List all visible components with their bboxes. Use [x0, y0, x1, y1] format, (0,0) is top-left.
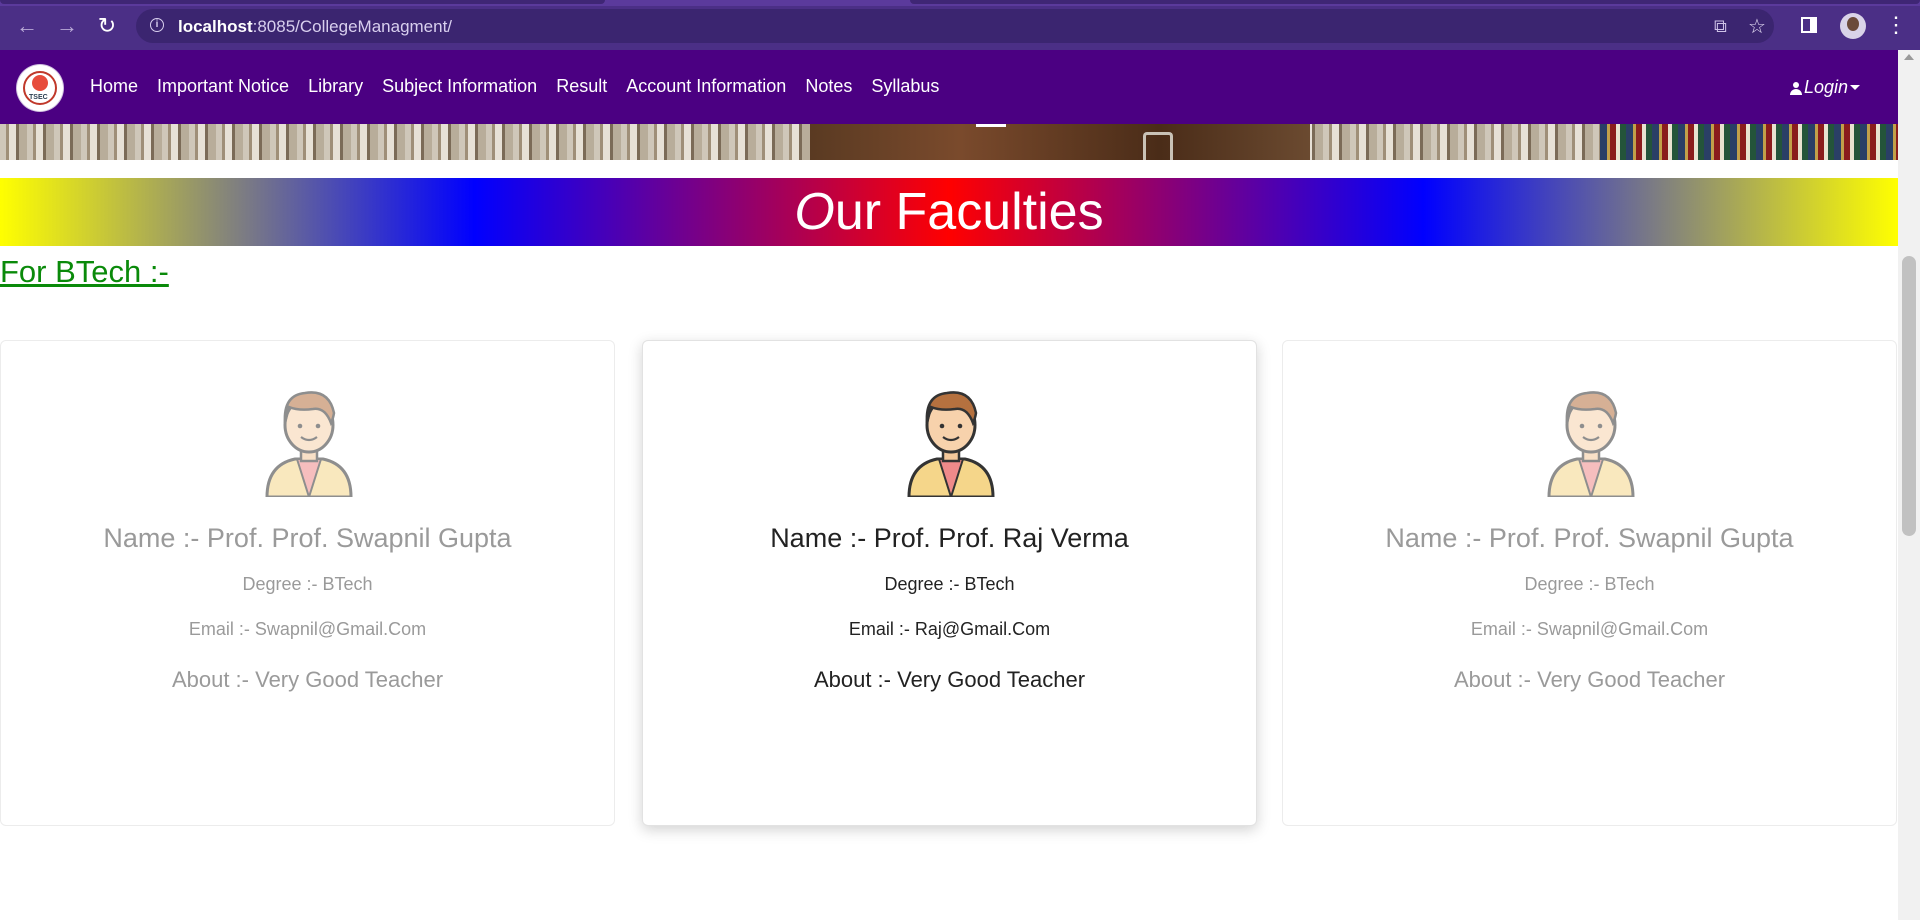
- faculty-degree: Degree :- BTech: [1524, 574, 1655, 594]
- star-icon[interactable]: ☆: [1748, 14, 1766, 39]
- section-title: For BTech :-: [0, 254, 169, 289]
- logo-text: TSEC: [29, 94, 48, 101]
- nav-links: Home Important Notice Library Subject In…: [90, 76, 958, 97]
- chevron-down-icon: [1850, 85, 1861, 90]
- banner-title-initial: O: [794, 183, 835, 241]
- faculty-card[interactable]: Name :- Prof. Prof. Raj Verma Degree :- …: [642, 340, 1257, 826]
- nav-notes[interactable]: Notes: [805, 76, 852, 97]
- login-label: Login: [1804, 77, 1849, 97]
- faculty-about: About :- Very Good Teacher: [813, 667, 1086, 692]
- faculties-banner: Our Faculties: [0, 178, 1898, 246]
- carousel-indicator[interactable]: [976, 124, 1006, 127]
- college-logo[interactable]: TSEC: [17, 65, 63, 111]
- url-text[interactable]: localhost:8085/CollegeManagment/: [178, 17, 452, 37]
- nav-subject-information[interactable]: Subject Information: [382, 76, 537, 97]
- hero-bookshelf: [1600, 124, 1898, 160]
- faculty-about: About :- Very Good Teacher: [1453, 667, 1726, 692]
- nav-account-information[interactable]: Account Information: [626, 76, 786, 97]
- page-scrollbar[interactable]: [1898, 50, 1920, 920]
- nav-important-notice[interactable]: Important Notice: [157, 76, 289, 97]
- tab-inactive[interactable]: [0, 0, 605, 4]
- info-icon[interactable]: i: [150, 18, 164, 32]
- faculty-name: Name :- Prof. Prof. Swapnil Gupta: [103, 523, 512, 553]
- nav-syllabus[interactable]: Syllabus: [871, 76, 939, 97]
- site-navbar: TSEC Home Important Notice Library Subje…: [0, 50, 1898, 124]
- scrollbar-thumb[interactable]: [1902, 256, 1916, 536]
- side-panel-icon[interactable]: [1801, 17, 1817, 33]
- faculty-name: Name :- Prof. Prof. Swapnil Gupta: [1385, 523, 1794, 553]
- faculty-avatar-icon: [901, 379, 1001, 497]
- faculty-degree: Degree :- BTech: [884, 574, 1015, 594]
- faculty-name: Name :- Prof. Prof. Raj Verma: [770, 523, 1129, 553]
- forward-icon[interactable]: →: [52, 11, 82, 41]
- faculty-card[interactable]: Name :- Prof. Prof. Swapnil Gupta Degree…: [1282, 340, 1897, 826]
- address-bar[interactable]: i localhost:8085/CollegeManagment/ ⧉ ☆: [136, 9, 1774, 43]
- hero-image: [0, 124, 1898, 160]
- faculty-avatar-icon: [259, 379, 359, 497]
- faculty-avatar-icon: [1541, 379, 1641, 497]
- tab-inactive[interactable]: [910, 0, 1920, 4]
- nav-home[interactable]: Home: [90, 76, 138, 97]
- logo-emblem: [32, 75, 48, 91]
- faculty-email: Email :- Swapnil@Gmail.Com: [1470, 619, 1709, 639]
- banner-title: Our Faculties: [0, 178, 1898, 246]
- reload-icon[interactable]: ↻: [92, 11, 122, 41]
- profile-avatar[interactable]: [1840, 13, 1866, 39]
- faculty-degree: Degree :- BTech: [242, 574, 373, 594]
- login-dropdown[interactable]: Login: [1790, 77, 1861, 98]
- back-icon[interactable]: ←: [12, 11, 42, 41]
- url-path: :8085/CollegeManagment/: [252, 17, 453, 36]
- nav-library[interactable]: Library: [308, 76, 363, 97]
- hero-bag-buckle: [1143, 132, 1173, 160]
- faculty-about: About :- Very Good Teacher: [171, 667, 444, 692]
- scroll-up-icon[interactable]: [1904, 54, 1914, 60]
- hero-person: [810, 124, 1310, 160]
- user-icon: [1790, 82, 1802, 95]
- faculty-email: Email :- Swapnil@Gmail.Com: [188, 619, 427, 639]
- nav-result[interactable]: Result: [556, 76, 607, 97]
- faculty-card[interactable]: Name :- Prof. Prof. Swapnil Gupta Degree…: [0, 340, 615, 826]
- url-host: localhost: [178, 17, 253, 36]
- kebab-menu-icon[interactable]: ⋮: [1885, 10, 1907, 40]
- share-icon[interactable]: ⧉: [1714, 16, 1727, 37]
- faculty-email: Email :- Raj@Gmail.Com: [848, 619, 1051, 639]
- browser-toolbar: ← → ↻ i localhost:8085/CollegeManagment/…: [0, 0, 1920, 50]
- banner-title-rest: ur Faculties: [834, 183, 1104, 241]
